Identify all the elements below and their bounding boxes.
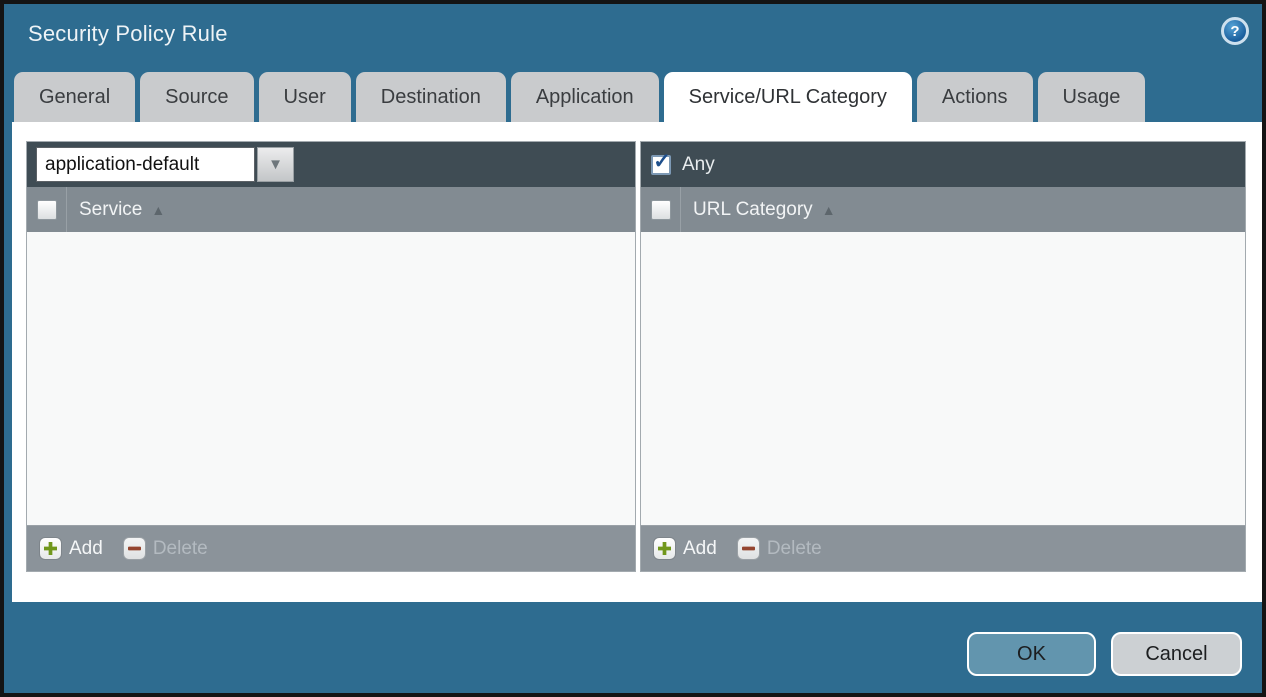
tab-service-url-category[interactable]: Service/URL Category — [664, 72, 912, 122]
url-category-table-body[interactable] — [641, 232, 1245, 525]
service-add-label: Add — [69, 538, 103, 560]
dialog-title: Security Policy Rule — [28, 21, 228, 47]
tab-actions[interactable]: Actions — [917, 72, 1033, 122]
url-category-delete-label: Delete — [767, 538, 822, 560]
tab-bar: General Source User Destination Applicat… — [14, 72, 1145, 122]
tab-content-area: ▼ Service ▲ Add — [12, 122, 1262, 602]
any-checkbox-group: ✓ Any — [651, 154, 715, 176]
tab-application[interactable]: Application — [511, 72, 659, 122]
service-panel: ▼ Service ▲ Add — [26, 141, 636, 572]
checkmark-icon: ✓ — [653, 149, 671, 174]
ok-button[interactable]: OK — [967, 632, 1096, 676]
service-add-button[interactable]: Add — [39, 537, 103, 560]
tab-usage[interactable]: Usage — [1038, 72, 1146, 122]
service-select-all-checkbox[interactable] — [37, 200, 57, 220]
tab-user[interactable]: User — [259, 72, 351, 122]
minus-icon — [737, 537, 760, 560]
service-type-dropdown-input[interactable] — [36, 147, 255, 182]
service-type-dropdown-button[interactable]: ▼ — [257, 147, 294, 182]
service-delete-button[interactable]: Delete — [123, 537, 208, 560]
service-panel-footer: Add Delete — [27, 525, 635, 571]
sort-asc-icon: ▲ — [822, 203, 836, 217]
tab-general[interactable]: General — [14, 72, 135, 122]
url-category-add-label: Add — [683, 538, 717, 560]
url-category-panel-footer: Add Delete — [641, 525, 1245, 571]
tab-destination[interactable]: Destination — [356, 72, 506, 122]
sort-asc-icon: ▲ — [151, 203, 165, 217]
service-table-body[interactable] — [27, 232, 635, 525]
service-column-header[interactable]: Service ▲ — [67, 199, 165, 221]
minus-icon — [123, 537, 146, 560]
service-delete-label: Delete — [153, 538, 208, 560]
service-header-check-cell — [27, 187, 67, 232]
service-panel-toolbar: ▼ — [27, 142, 635, 187]
url-category-panel-toolbar: ✓ Any — [641, 142, 1245, 187]
any-label: Any — [682, 154, 715, 176]
url-category-column-label: URL Category — [693, 199, 813, 221]
url-category-table-header: URL Category ▲ — [641, 187, 1245, 232]
url-category-select-all-checkbox[interactable] — [651, 200, 671, 220]
url-category-column-header[interactable]: URL Category ▲ — [681, 199, 836, 221]
url-category-add-button[interactable]: Add — [653, 537, 717, 560]
help-icon[interactable]: ? — [1221, 17, 1249, 45]
service-table-header: Service ▲ — [27, 187, 635, 232]
any-checkbox[interactable]: ✓ — [651, 155, 671, 175]
security-policy-rule-dialog: Security Policy Rule ? General Source Us… — [0, 0, 1266, 697]
url-category-delete-button[interactable]: Delete — [737, 537, 822, 560]
service-column-label: Service — [79, 199, 142, 221]
url-category-header-check-cell — [641, 187, 681, 232]
url-category-panel: ✓ Any URL Category ▲ — [640, 141, 1246, 572]
plus-icon — [39, 537, 62, 560]
tab-source[interactable]: Source — [140, 72, 253, 122]
plus-icon — [653, 537, 676, 560]
chevron-down-icon: ▼ — [268, 157, 283, 172]
cancel-button[interactable]: Cancel — [1111, 632, 1242, 676]
